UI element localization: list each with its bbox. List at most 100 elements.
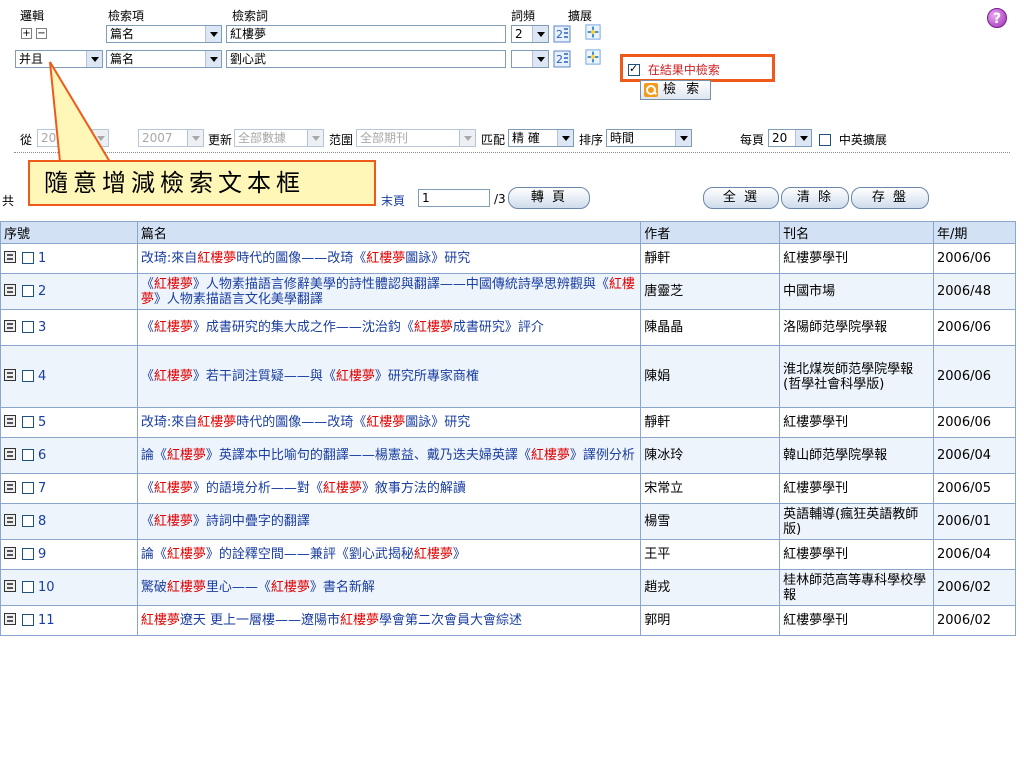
article-title-link[interactable]: 《紅樓夢》人物素描語言修辭美學的詩性體認與翻譯——中國傳統詩學思辨觀與《紅樓夢》… bbox=[136, 273, 642, 310]
in-results-option[interactable]: 在結果中檢索 bbox=[628, 61, 720, 78]
article-title-link[interactable]: 論《紅樓夢》英譯本中比喻句的翻譯——楊憲益、戴乃迭夫婦英譯《紅樓夢》譯例分析 bbox=[136, 437, 642, 474]
article-title-link[interactable]: 驚破紅樓夢里心——《紅樓夢》書名新解 bbox=[136, 569, 642, 606]
search-button[interactable]: 檢 索 bbox=[640, 80, 712, 100]
row1-term-input[interactable]: 紅樓夢 bbox=[226, 25, 506, 43]
row-checkbox[interactable] bbox=[22, 416, 34, 428]
scope-select[interactable]: 全部期刊 bbox=[356, 129, 476, 147]
match-select[interactable]: 精 確 bbox=[508, 129, 574, 147]
row2-field-select[interactable]: 篇名 bbox=[106, 50, 222, 68]
total-prefix: 共 bbox=[2, 194, 15, 208]
author-cell[interactable]: 王平 bbox=[640, 539, 781, 570]
add-row-icon[interactable]: + bbox=[21, 28, 32, 39]
row-checkbox[interactable] bbox=[22, 370, 34, 382]
document-icon[interactable] bbox=[4, 580, 16, 592]
row-checkbox[interactable] bbox=[22, 548, 34, 560]
clear-button[interactable]: 清 除 bbox=[781, 187, 849, 209]
author-cell[interactable]: 陳晶晶 bbox=[640, 309, 781, 346]
journal-cell[interactable]: 中國市場 bbox=[779, 273, 934, 310]
page-number-input[interactable]: 1 bbox=[418, 189, 490, 207]
article-title-link[interactable]: 《紅樓夢》詩詞中疊字的翻譯 bbox=[136, 503, 642, 540]
article-title-link[interactable]: 《紅樓夢》的語境分析——對《紅樓夢》敘事方法的解讀 bbox=[136, 473, 642, 504]
article-title-link[interactable]: 《紅樓夢》若干詞注質疑——與《紅樓夢》研究所專家商榷 bbox=[136, 345, 642, 408]
journal-cell[interactable]: 紅樓夢學刊 bbox=[779, 539, 934, 570]
update-select[interactable]: 全部數據 bbox=[234, 129, 324, 147]
remove-row-icon[interactable]: − bbox=[36, 28, 47, 39]
article-title-link[interactable]: 論《紅樓夢》的詮釋空間——兼評《劉心武揭秘紅樓夢》 bbox=[136, 539, 642, 570]
journal-cell[interactable]: 紅樓夢學刊 bbox=[779, 605, 934, 636]
last-page-link[interactable]: 末頁 bbox=[381, 192, 405, 209]
scope-label: 范圍 bbox=[329, 133, 354, 147]
row-number-cell: 1 bbox=[0, 243, 138, 274]
journal-cell[interactable]: 桂林師范高等專科學校學報 bbox=[779, 569, 934, 606]
article-title-link[interactable]: 《紅樓夢》成書研究的集大成之作——沈治鈞《紅樓夢成書研究》評介 bbox=[136, 309, 642, 346]
document-icon[interactable] bbox=[4, 514, 16, 526]
journal-cell[interactable]: 紅樓夢學刊 bbox=[779, 243, 934, 274]
document-icon[interactable] bbox=[4, 481, 16, 493]
document-icon[interactable] bbox=[4, 369, 16, 381]
row2-frequency-select[interactable] bbox=[511, 50, 549, 68]
row-checkbox[interactable] bbox=[22, 252, 34, 264]
author-cell[interactable]: 靜軒 bbox=[640, 243, 781, 274]
journal-cell[interactable]: 洛陽師范學院學報 bbox=[779, 309, 934, 346]
row-checkbox[interactable] bbox=[22, 581, 34, 593]
author-cell[interactable]: 唐靈芝 bbox=[640, 273, 781, 310]
title-text: 遼天 更上一層樓——遼陽市 bbox=[179, 613, 341, 628]
row1-field-select[interactable]: 篇名 bbox=[106, 25, 222, 43]
document-icon[interactable] bbox=[4, 448, 16, 460]
search-icon bbox=[644, 83, 658, 97]
document-icon[interactable] bbox=[4, 284, 16, 296]
row-checkbox[interactable] bbox=[22, 449, 34, 461]
row-checkbox[interactable] bbox=[22, 321, 34, 333]
title-text: 《 bbox=[140, 481, 154, 496]
title-text: 時代的圖像——改琦《 bbox=[236, 415, 367, 430]
per-page-select[interactable]: 20 bbox=[768, 129, 812, 147]
document-icon[interactable] bbox=[4, 415, 16, 427]
row-number: 10 bbox=[38, 580, 55, 595]
article-title-link[interactable]: 改琦:來自紅樓夢時代的圖像——改琦《紅樓夢圖詠》研究 bbox=[136, 243, 642, 274]
author-cell[interactable]: 陳娟 bbox=[640, 345, 781, 408]
author-cell[interactable]: 郭明 bbox=[640, 605, 781, 636]
row-checkbox[interactable] bbox=[22, 515, 34, 527]
author-cell[interactable]: 趙戎 bbox=[640, 569, 781, 606]
in-results-checkbox[interactable] bbox=[628, 62, 640, 76]
goto-page-button[interactable]: 轉 頁 bbox=[508, 187, 590, 209]
row-checkbox[interactable] bbox=[22, 482, 34, 494]
frequency-option-icon[interactable]: 2 bbox=[553, 25, 571, 43]
author-cell[interactable]: 宋常立 bbox=[640, 473, 781, 504]
article-title-link[interactable]: 改琦:來自紅樓夢時代的圖像——改琦《紅樓夢圖詠》研究 bbox=[136, 407, 642, 438]
select-all-button[interactable]: 全 選 bbox=[703, 187, 779, 209]
cn-en-extension-checkbox[interactable] bbox=[819, 134, 831, 146]
row-checkbox[interactable] bbox=[22, 614, 34, 626]
journal-cell[interactable]: 韓山師范學院學報 bbox=[779, 437, 934, 474]
highlighted-term: 紅樓夢 bbox=[530, 448, 570, 463]
to-year-select[interactable]: 2007 bbox=[138, 129, 204, 147]
author-cell[interactable]: 陳冰玲 bbox=[640, 437, 781, 474]
document-icon[interactable] bbox=[4, 251, 16, 263]
sort-select[interactable]: 時間 bbox=[606, 129, 692, 147]
row1-frequency-select[interactable]: 2 bbox=[511, 25, 549, 43]
row1-extension-icon[interactable] bbox=[584, 24, 602, 40]
row2-extension-icon[interactable] bbox=[584, 49, 602, 65]
help-icon[interactable]: ? bbox=[987, 8, 1007, 28]
issue-cell: 2006/05 bbox=[933, 473, 1016, 504]
author-cell[interactable]: 楊雪 bbox=[640, 503, 781, 540]
row2-term-input[interactable]: 劉心武 bbox=[226, 50, 506, 68]
row-checkbox[interactable] bbox=[22, 285, 34, 297]
row-number-cell: 4 bbox=[0, 345, 138, 408]
save-button[interactable]: 存 盤 bbox=[851, 187, 929, 209]
document-icon[interactable] bbox=[4, 320, 16, 332]
row-number-cell: 9 bbox=[0, 539, 138, 570]
article-title-link[interactable]: 紅樓夢遼天 更上一層樓——遼陽市紅樓夢學會第二次會員大會綜述 bbox=[136, 605, 642, 636]
title-text: 《 bbox=[140, 369, 154, 384]
journal-cell[interactable]: 紅樓夢學刊 bbox=[779, 473, 934, 504]
document-icon[interactable] bbox=[4, 547, 16, 559]
frequency-option-icon[interactable]: 2 bbox=[553, 50, 571, 68]
journal-cell[interactable]: 英語輔導(瘋狂英語教師版) bbox=[779, 503, 934, 540]
document-icon[interactable] bbox=[4, 613, 16, 625]
journal-cell[interactable]: 淮北煤炭師范學院學報(哲學社會科學版) bbox=[779, 345, 934, 408]
cn-en-extension-option[interactable]: 中英擴展 bbox=[819, 131, 887, 148]
author-cell[interactable]: 靜軒 bbox=[640, 407, 781, 438]
issue-cell: 2006/01 bbox=[933, 503, 1016, 540]
title-text: 論《 bbox=[140, 547, 167, 562]
journal-cell[interactable]: 紅樓夢學刊 bbox=[779, 407, 934, 438]
